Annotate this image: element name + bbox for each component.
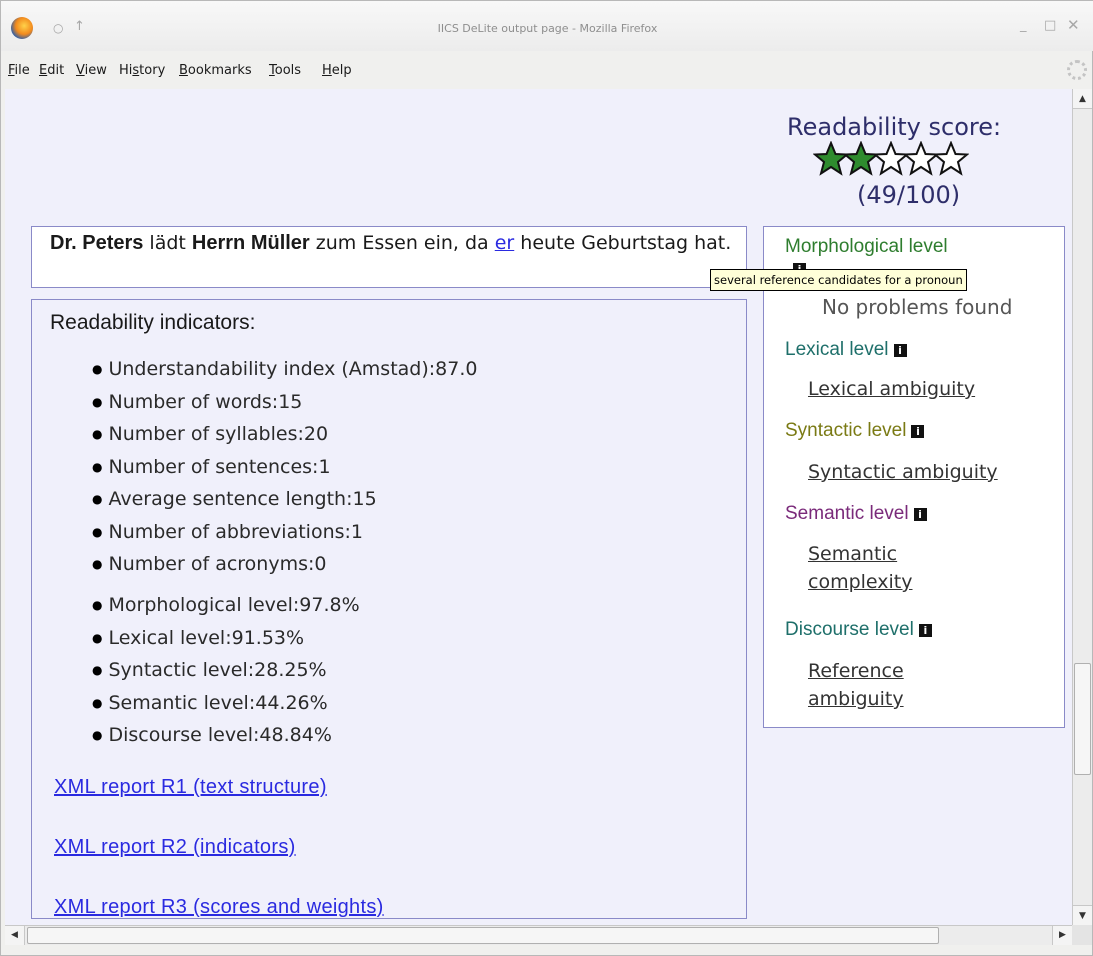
general-indicators-list: Understandability index (Amstad):87.0 Nu… [92, 354, 477, 582]
entity-herrn-mueller: Herrn Müller [191, 232, 310, 254]
page-content[interactable]: Readability score: (49/100) Dr. Peters l… [5, 89, 1072, 925]
list-item: Number of abbreviations:1 [92, 517, 477, 550]
scroll-corner [1072, 925, 1092, 945]
list-item: Number of sentences:1 [92, 452, 477, 485]
scroll-up-button[interactable]: ▲ [1073, 89, 1092, 109]
menu-edit[interactable]: Edit [39, 63, 64, 78]
indicators-panel: Readability indicators: Understandabilit… [31, 299, 747, 919]
discourse-level-heading: Discourse level i [785, 619, 932, 641]
list-item: Syntactic level:28.25% [92, 655, 360, 688]
score-value: (49/100) [857, 181, 961, 209]
xml-report-r1-link[interactable]: XML report R1 (text structure) [54, 776, 327, 799]
list-item: Number of acronyms:0 [92, 549, 477, 582]
lexical-level-heading: Lexical level i [785, 339, 907, 361]
menu-bookmarks[interactable]: Bookmarks [179, 63, 252, 78]
maximize-button[interactable]: □ [1044, 18, 1056, 33]
sentence-text: heute Geburtstag hat. [514, 232, 732, 254]
reference-ambiguity-link[interactable]: Reference ambiguity [808, 657, 958, 713]
info-icon[interactable]: i [911, 425, 925, 438]
star-empty-icon [933, 141, 969, 176]
morphological-status: No problems found [822, 295, 1013, 319]
entity-dr-peters: Dr. Peters [50, 232, 144, 254]
menu-view[interactable]: View [76, 63, 107, 78]
window-title: IICS DeLite output page - Mozilla Firefo… [437, 22, 658, 35]
list-item: Semantic level:44.26% [92, 688, 360, 721]
menu-tools[interactable]: Tools [269, 63, 301, 78]
scroll-right-button[interactable]: ▶ [1052, 926, 1072, 945]
scroll-down-button[interactable]: ▼ [1073, 905, 1092, 925]
syntactic-ambiguity-link[interactable]: Syntactic ambiguity [808, 458, 998, 486]
xml-report-r2-link[interactable]: XML report R2 (indicators) [54, 836, 296, 859]
info-icon[interactable]: i [893, 344, 907, 357]
semantic-level-heading: Semantic level i [785, 503, 927, 525]
indicators-title: Readability indicators: [50, 311, 256, 334]
minimize-button[interactable]: _ [1020, 18, 1027, 33]
throbber-icon [1067, 60, 1087, 80]
info-icon[interactable]: i [913, 508, 927, 521]
list-item: Number of syllables:20 [92, 419, 477, 452]
menu-history[interactable]: History [119, 63, 165, 78]
pronoun-link[interactable]: er [495, 232, 515, 254]
score-title: Readability score: [787, 113, 1002, 141]
vertical-scrollbar[interactable]: ▲ ▼ [1072, 89, 1092, 925]
syntactic-level-heading: Syntactic level i [785, 420, 925, 442]
list-item: Lexical level:91.53% [92, 623, 360, 656]
horizontal-scrollbar[interactable]: ◀ ▶ [5, 925, 1072, 945]
browser-window: ○ ↑ IICS DeLite output page - Mozilla Fi… [0, 0, 1093, 956]
lexical-ambiguity-link[interactable]: Lexical ambiguity [808, 375, 975, 403]
menu-file[interactable]: File [8, 63, 30, 78]
tooltip: several reference candidates for a prono… [710, 269, 967, 291]
level-indicators-list: Morphological level:97.8% Lexical level:… [92, 590, 360, 753]
menu-help[interactable]: Help [322, 63, 352, 78]
scroll-left-button[interactable]: ◀ [5, 926, 25, 945]
sentence-text: lädt [143, 232, 192, 254]
star-rating [813, 141, 969, 177]
list-item: Average sentence length:15 [92, 484, 477, 517]
analyzed-sentence: Dr. Peters lädt Herrn Müller zum Essen e… [31, 226, 747, 288]
vertical-scroll-thumb[interactable] [1074, 663, 1091, 775]
semantic-complexity-link[interactable]: Semantic complexity [808, 540, 958, 596]
list-item: Discourse level:48.84% [92, 720, 360, 753]
close-button[interactable]: ✕ [1067, 16, 1080, 34]
levels-panel: Morphological level i No problems found … [763, 226, 1065, 728]
list-item: Morphological level:97.8% [92, 590, 359, 623]
title-bar: ○ ↑ IICS DeLite output page - Mozilla Fi… [1, 1, 1093, 51]
info-icon[interactable]: i [918, 624, 932, 637]
sentence-text: zum Essen ein, da [309, 232, 495, 254]
list-item: Number of words:15 [92, 387, 477, 420]
xml-report-r3-link[interactable]: XML report R3 (scores and weights) [54, 896, 384, 919]
horizontal-scroll-thumb[interactable] [27, 927, 939, 944]
menu-bar: File Edit View History Bookmarks Tools H… [1, 59, 1093, 85]
list-item: Understandability index (Amstad):87.0 [92, 354, 477, 387]
morphological-level-heading: Morphological level [785, 236, 948, 257]
